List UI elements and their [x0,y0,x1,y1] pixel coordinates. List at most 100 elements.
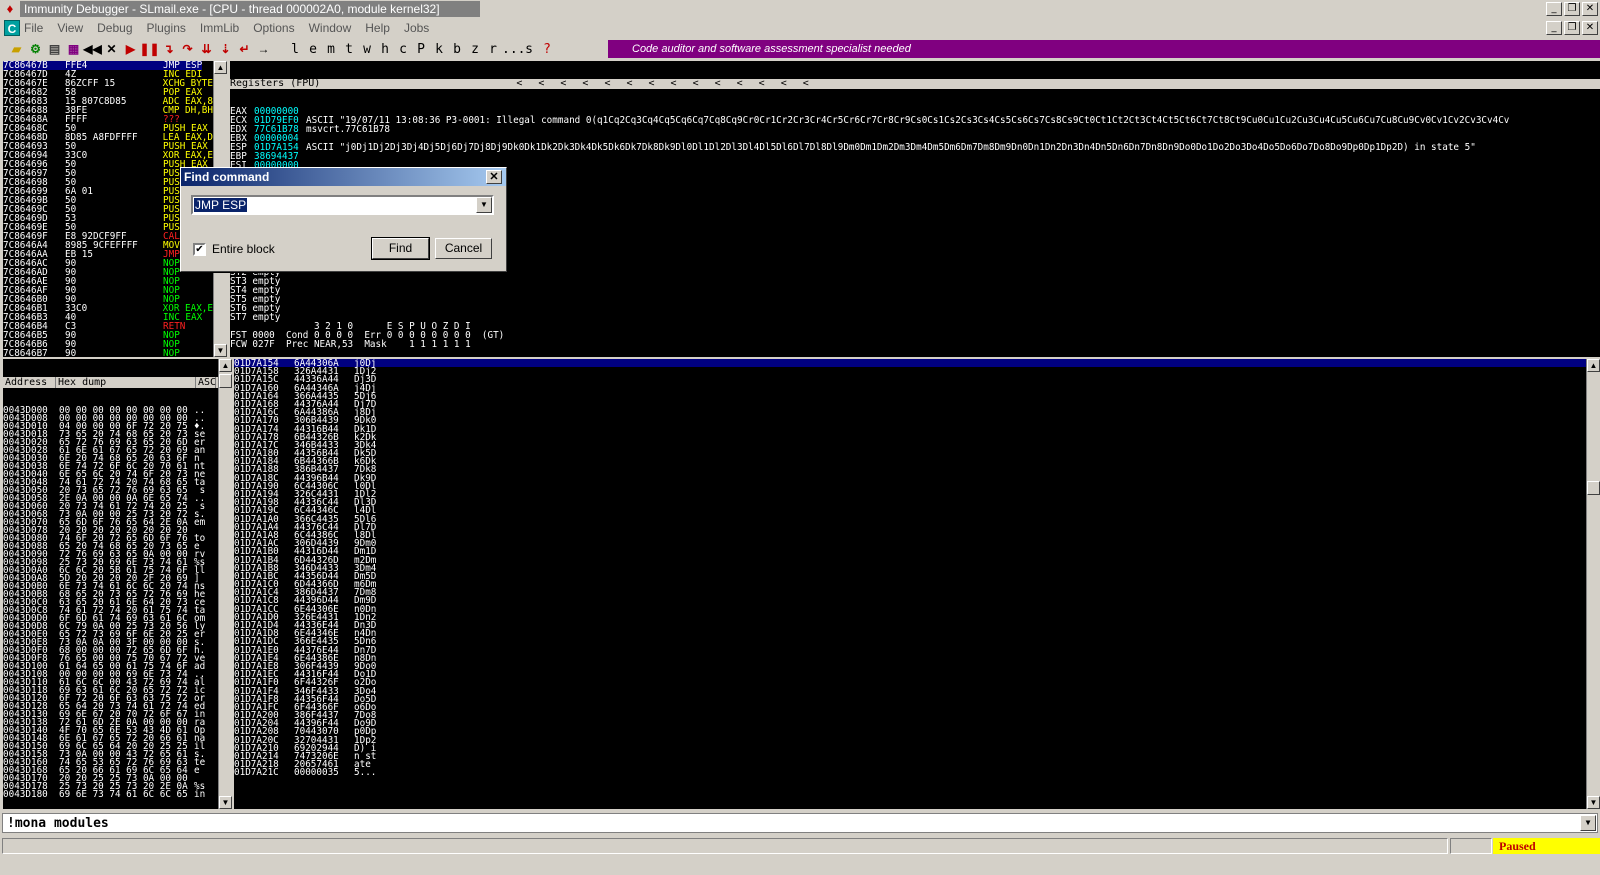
stack-row[interactable]: 01D7A1C8 44396D44 Dm9D [234,596,1587,606]
mdi-close-button[interactable]: ✕ [1582,21,1598,35]
stack-row[interactable]: 01D7A1E0 44376E44 Dn7D [234,645,1587,655]
stack-row[interactable]: 01D7A190 6C44306C l0Dl [234,482,1587,492]
cpu-button[interactable]: c [394,42,412,57]
step-over-icon[interactable]: ↷ [179,41,196,58]
register-row[interactable]: EDX 77C61B78 msvcrt.77C61B78 [230,125,1600,134]
minimize-button[interactable]: _ [1546,2,1562,16]
stack-row[interactable]: 01D7A1FC 6F44366F o6Do [234,703,1587,713]
pause-icon[interactable]: ❚❚ [139,41,159,58]
stack-row[interactable]: 01D7A214 7473206E n st [234,752,1587,762]
stack-row[interactable]: 01D7A16C 6A44386A j8Dj [234,408,1587,418]
stack-row[interactable]: 01D7A198 44336C44 Dl3D [234,498,1587,508]
menu-jobs[interactable]: Jobs [404,21,429,35]
handles-button[interactable]: h [376,42,394,57]
command-input[interactable]: !mona modules ▼ [2,813,1598,833]
call-stack-button[interactable]: k [430,42,448,57]
register-row[interactable]: ECX 01D79EF0 ASCII "19/07/11 13:08:36 P3-0… [230,116,1600,125]
stack-row[interactable]: 01D7A188 386B4437 7Dk8 [234,465,1587,475]
register-row[interactable]: ESP 01D7A154 ASCII "j0Dj1Dj2Dj3Dj4Dj5Dj6Dj… [230,143,1600,152]
patches-button[interactable]: P [412,42,430,57]
stack-row[interactable]: 01D7A1AC 306D4439 9Dm0 [234,539,1587,549]
stack-row[interactable]: 01D7A164 366A4435 5Dj6 [234,391,1587,401]
register-row[interactable]: EBP 38694437 [230,152,1600,161]
stack-row[interactable]: 01D7A18C 44396B44 Dk9D [234,473,1587,483]
stack-row[interactable]: 01D7A210 69202944 D) i [234,744,1587,754]
menu-debug[interactable]: Debug [97,21,132,35]
memory-button[interactable]: m [322,42,340,57]
stack-row[interactable]: 01D7A154 6A44306A j0Dj [234,359,1587,368]
menu-view[interactable]: View [57,21,83,35]
stack-row[interactable]: 01D7A1B8 346D4433 3Dm4 [234,563,1587,573]
stack-row[interactable]: 01D7A170 306B4439 9Dk0 [234,416,1587,426]
scroll-thumb[interactable] [219,374,232,388]
scroll-down-icon[interactable]: ▼ [214,344,227,357]
mdi-restore-button[interactable]: ❐ [1564,21,1580,35]
ad-banner[interactable]: Code auditor and software assessment spe… [608,40,1600,58]
goto-icon[interactable]: → [255,41,272,58]
references-button[interactable]: z [466,42,484,57]
stack-row[interactable]: 01D7A174 44316B44 Dk1D [234,424,1587,434]
stack-row[interactable]: 01D7A20C 32704431 1Dp2 [234,735,1587,745]
chevron-down-icon[interactable]: ▼ [476,197,492,213]
help-button[interactable]: ? [538,42,556,57]
stack-row[interactable]: 01D7A1A0 366C4435 5Dl6 [234,514,1587,524]
stack-row[interactable]: 01D7A1C4 386D4437 7Dm8 [234,588,1587,598]
memory-map-icon[interactable]: ▦ [65,41,82,58]
menu-options[interactable]: Options [253,21,294,35]
close-icon[interactable]: ✕ [486,170,502,184]
stack-row[interactable]: 01D7A15C 44336A44 Dj3D [234,375,1587,385]
stack-row[interactable]: 01D7A1BC 44356D44 Dm5D [234,572,1587,582]
dump-header-ascii[interactable]: ASC [196,377,216,388]
scroll-up-icon[interactable]: ▲ [219,359,232,372]
stack-row[interactable]: 01D7A1A8 6C44386C l8Dl [234,531,1587,541]
stack-row[interactable]: 01D7A1F4 346F4433 3Do4 [234,686,1587,696]
cancel-button[interactable]: Cancel [435,238,492,259]
menu-immlib[interactable]: ImmLib [200,21,239,35]
step-into-icon[interactable]: ↴ [160,41,177,58]
dump-header-hex[interactable]: Hex dump [56,377,196,388]
menu-file[interactable]: File [24,21,43,35]
stack-row[interactable]: 01D7A17C 346B4433 3Dk4 [234,441,1587,451]
stack-row[interactable]: 01D7A1F8 44356F44 Do5D [234,694,1587,704]
executable-modules-button[interactable]: e [304,42,322,57]
stack-row[interactable]: 01D7A1A4 44376C44 Dl7D [234,522,1587,532]
dump-header-address[interactable]: Address [3,377,56,388]
dump-row[interactable]: 0043D180 69 6E 73 74 61 6C 6C 65 in [3,790,225,799]
dump-scrollbar[interactable]: ▲ ▼ [218,359,232,809]
stack-row[interactable]: 01D7A208 70443070 p0Dp [234,727,1587,737]
stack-row[interactable]: 01D7A184 6B44366B k6Dk [234,457,1587,467]
stack-row[interactable]: 01D7A1E4 6E44386E n8Dn [234,653,1587,663]
more-button[interactable]: ... [502,42,525,57]
log-window-button[interactable]: l [286,42,304,57]
find-button[interactable]: Find [371,237,430,260]
close-process-icon[interactable]: ✕ [103,41,120,58]
scroll-thumb[interactable] [1587,481,1600,495]
run-trace-button[interactable]: r [484,42,502,57]
checkbox-box[interactable]: ✔ [193,242,206,256]
breakpoints-button[interactable]: b [448,42,466,57]
command-search-input[interactable]: JMP ESP ▼ [191,195,494,215]
stack-row[interactable]: 01D7A204 44396F44 Do9D [234,719,1587,729]
source-button[interactable]: s [520,42,538,57]
cpu-window-icon[interactable]: C [4,20,20,36]
menu-window[interactable]: Window [309,21,352,35]
scroll-up-icon[interactable]: ▲ [214,61,227,74]
stack-row[interactable]: 01D7A1D4 44336E44 Dn3D [234,621,1587,631]
mdi-minimize-button[interactable]: _ [1546,21,1562,35]
stack-row[interactable]: 01D7A21C 00000035 5... [234,768,1587,778]
stack-row[interactable]: 01D7A1DC 366E4435 5Dn6 [234,637,1587,647]
stack-row[interactable]: 01D7A168 44376A44 Dj7D [234,400,1587,410]
disasm-row[interactable]: 7C8646B7 90 NOP [3,349,213,357]
stack-row[interactable]: 01D7A1F0 6F44326F o2Do [234,678,1587,688]
stack-row[interactable]: 01D7A1D8 6E44346E n4Dn [234,629,1587,639]
trace-into-icon[interactable]: ⇊ [198,41,215,58]
stack-row[interactable]: 01D7A194 326C4431 1Dl2 [234,490,1587,500]
stack-row[interactable]: 01D7A178 6B44326B k2Dk [234,432,1587,442]
stack-row[interactable]: 01D7A1B4 6D44326D m2Dm [234,555,1587,565]
stack-row[interactable]: 01D7A158 326A4431 1Dj2 [234,367,1587,377]
attach-icon[interactable]: ⚙ [27,41,44,58]
execute-till-return-icon[interactable]: ↵ [236,41,253,58]
registers-header[interactable]: Registers (FPU) < < < < < < < < < < < < < < [230,79,1600,89]
hex-dump-pane[interactable]: Address Hex dump ASC 0043D000 00 00 00 00… [3,359,225,809]
stack-row[interactable]: 01D7A1E8 306F4439 9Do0 [234,662,1587,672]
